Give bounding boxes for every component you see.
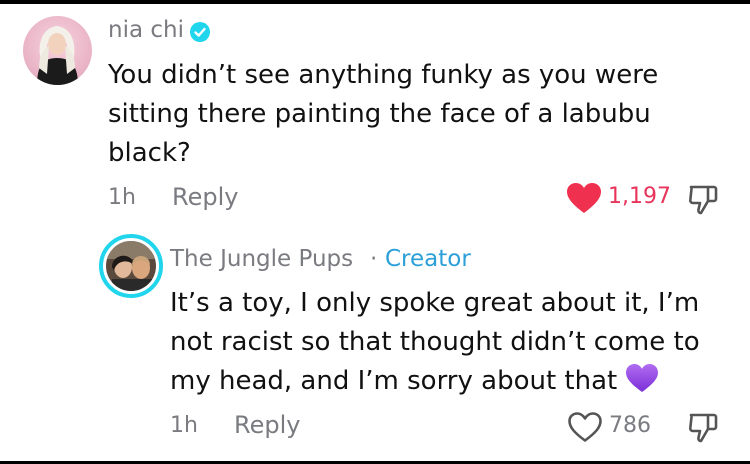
creator-avatar[interactable]: [99, 234, 163, 298]
comment-text: You didn’t see anything funky as you wer…: [108, 56, 658, 173]
heart-filled-icon[interactable]: [566, 182, 602, 214]
reply-line: It’s a toy, I only spoke great about it,…: [170, 288, 700, 318]
reply-text: It’s a toy, I only spoke great about it,…: [170, 284, 700, 401]
like-count: 786: [609, 413, 651, 438]
reply-button[interactable]: Reply: [234, 411, 300, 439]
dislike-icon[interactable]: [688, 183, 718, 215]
top-border: [0, 0, 750, 4]
separator-dot: ·: [370, 246, 378, 272]
dislike-icon[interactable]: [688, 411, 718, 443]
reply-line: my head, and I’m sorry about that: [170, 366, 618, 396]
comment-line: sitting there painting the face of a lab…: [108, 99, 651, 129]
avatar[interactable]: [23, 16, 92, 85]
purple-heart-emoji-icon: [626, 364, 659, 392]
comment-line: You didn’t see anything funky as you wer…: [108, 60, 659, 90]
creator-avatar-image: [106, 241, 156, 291]
heart-outline-icon[interactable]: [567, 411, 603, 443]
comment-timestamp: 1h: [108, 185, 136, 210]
avatar-image: [37, 26, 78, 85]
like-count: 1,197: [608, 184, 671, 209]
comment-line: black?: [108, 138, 191, 168]
reply-username[interactable]: The Jungle Pups: [170, 246, 353, 272]
comment-username[interactable]: nia chi: [108, 17, 184, 43]
reply-line: not racist so that thought didn’t come t…: [170, 327, 700, 357]
reply-timestamp: 1h: [170, 413, 198, 438]
reply-button[interactable]: Reply: [172, 183, 238, 211]
verified-badge-icon: [190, 22, 210, 42]
creator-badge: Creator: [385, 246, 471, 272]
reply-line-last: my head, and I’m sorry about that: [170, 362, 700, 401]
